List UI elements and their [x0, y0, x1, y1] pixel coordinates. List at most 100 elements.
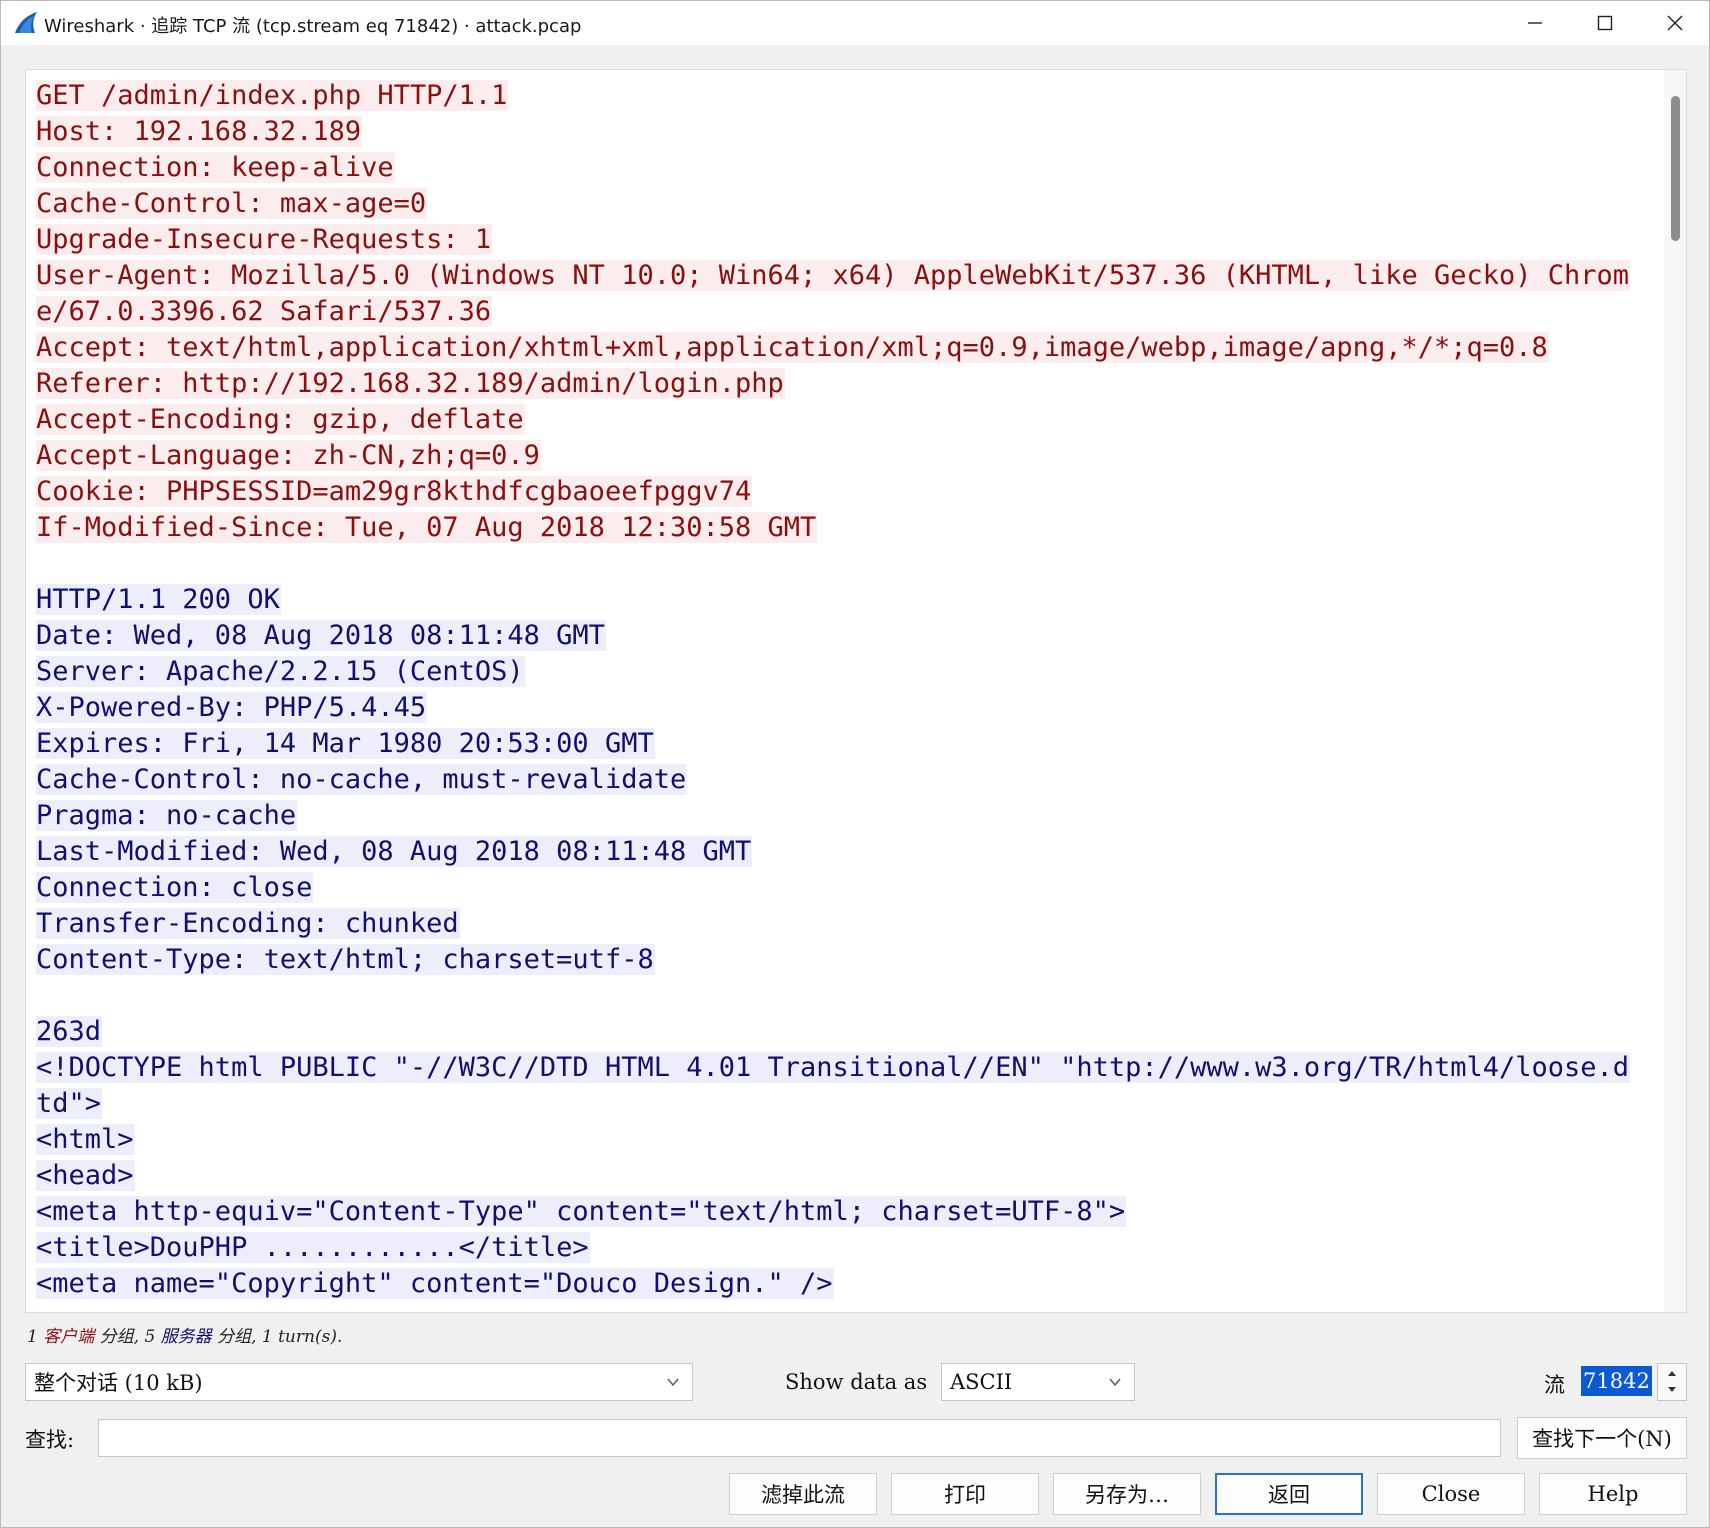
line-text: If-Modified-Since: Tue, 07 Aug 2018 12:3…: [36, 512, 818, 543]
server-data-line: HTTP/1.1 200 OK: [36, 582, 1676, 618]
line-text: Connection: close: [36, 872, 314, 903]
stream-blank-line: [36, 978, 1676, 1014]
line-text: Expires: Fri, 14 Mar 1980 20:53:00 GMT: [36, 728, 655, 759]
line-text: Accept-Language: zh-CN,zh;q=0.9: [36, 440, 541, 471]
line-text: Upgrade-Insecure-Requests: 1: [36, 224, 493, 255]
line-text: Connection: keep-alive: [36, 152, 395, 183]
line-text: Cache-Control: max-age=0: [36, 188, 428, 219]
server-data-line: Date: Wed, 08 Aug 2018 08:11:48 GMT: [36, 618, 1676, 654]
server-data-line: Content-Type: text/html; charset=utf-8: [36, 942, 1676, 978]
stream-blank-line: [36, 546, 1676, 582]
server-data-line: X-Powered-By: PHP/5.4.45: [36, 690, 1676, 726]
stats-server-label: 服务器: [160, 1327, 212, 1347]
stats-turns: 分组, 1 turn(s).: [211, 1327, 343, 1347]
client-data-line: Referer: http://192.168.32.189/admin/log…: [36, 366, 1676, 402]
conversation-select[interactable]: 整个对话 (10 kB): [25, 1363, 693, 1401]
server-data-line: Last-Modified: Wed, 08 Aug 2018 08:11:48…: [36, 834, 1676, 870]
close-button[interactable]: Close: [1377, 1473, 1525, 1515]
line-text: 263d: [36, 1016, 103, 1047]
server-data-line: Cache-Control: no-cache, must-revalidate: [36, 762, 1676, 798]
client-data-line: Host: 192.168.32.189: [36, 114, 1676, 150]
line-text: <head>: [36, 1160, 135, 1191]
server-data-line: <head>: [36, 1158, 1676, 1194]
client-data-line: Accept-Encoding: gzip, deflate: [36, 402, 1676, 438]
line-text: Last-Modified: Wed, 08 Aug 2018 08:11:48…: [36, 836, 753, 867]
server-data-line: <meta name="Copyright" content="Douco De…: [36, 1266, 1676, 1302]
spin-up-icon[interactable]: [1658, 1364, 1686, 1382]
line-text: Accept-Encoding: gzip, deflate: [36, 404, 525, 435]
back-button[interactable]: 返回: [1215, 1473, 1363, 1515]
server-data-line: Connection: close: [36, 870, 1676, 906]
find-label: 查找:: [25, 1428, 75, 1452]
line-text: Date: Wed, 08 Aug 2018 08:11:48 GMT: [36, 620, 606, 651]
window-title: Wireshark · 追踪 TCP 流 (tcp.stream eq 7184…: [44, 16, 582, 37]
server-data-line: Expires: Fri, 14 Mar 1980 20:53:00 GMT: [36, 726, 1676, 762]
server-data-line: Transfer-Encoding: chunked: [36, 906, 1676, 942]
line-text: Server: Apache/2.2.15 (CentOS): [36, 656, 525, 687]
client-data-line: If-Modified-Since: Tue, 07 Aug 2018 12:3…: [36, 510, 1676, 546]
line-text: Accept: text/html,application/xhtml+xml,…: [36, 332, 1549, 363]
line-text: HTTP/1.1 200 OK: [36, 584, 281, 615]
find-next-button[interactable]: 查找下一个(N): [1517, 1417, 1687, 1459]
wireshark-fin-icon: [15, 12, 37, 33]
maximize-button[interactable]: [1571, 1, 1639, 45]
line-text: td">: [36, 1088, 103, 1119]
client-data-line: Connection: keep-alive: [36, 150, 1676, 186]
line-text: Cache-Control: no-cache, must-revalidate: [36, 764, 688, 795]
title-bar: Wireshark · 追踪 TCP 流 (tcp.stream eq 7184…: [1, 1, 1709, 45]
line-text: <html>: [36, 1124, 135, 1155]
line-text: Cookie: PHPSESSID=am29gr8kthdfcgbaoeefpg…: [36, 476, 753, 507]
server-data-line: Pragma: no-cache: [36, 798, 1676, 834]
line-text: <meta http-equiv="Content-Type" content=…: [36, 1196, 1127, 1227]
stats-client-label: 客户端: [43, 1327, 95, 1347]
line-text: Host: 192.168.32.189: [36, 116, 363, 147]
line-text: Pragma: no-cache: [36, 800, 298, 831]
stream-text: GET /admin/index.php HTTP/1.1 Host: 192.1…: [36, 78, 1676, 1302]
line-text: <title>DouPHP ............</title>: [36, 1232, 590, 1263]
save-as-button[interactable]: 另存为…: [1053, 1473, 1201, 1515]
line-text: Content-Type: text/html; charset=utf-8: [36, 944, 655, 975]
close-icon: [1667, 15, 1683, 31]
server-data-line: Server: Apache/2.2.15 (CentOS): [36, 654, 1676, 690]
stream-number-spinbox[interactable]: 71842: [1581, 1363, 1687, 1401]
server-data-line: <!DOCTYPE html PUBLIC "-//W3C//DTD HTML …: [36, 1050, 1676, 1086]
line-text: User-Agent: Mozilla/5.0 (Windows NT 10.0…: [36, 260, 1631, 291]
client-data-line: GET /admin/index.php HTTP/1.1: [36, 78, 1676, 114]
client-data-line: User-Agent: Mozilla/5.0 (Windows NT 10.0…: [36, 258, 1676, 294]
minimize-button[interactable]: [1501, 1, 1569, 45]
client-data-line: Cookie: PHPSESSID=am29gr8kthdfcgbaoeefpg…: [36, 474, 1676, 510]
client-data-line: e/67.0.3396.62 Safari/537.36: [36, 294, 1676, 330]
vertical-scrollbar[interactable]: [1664, 70, 1686, 1312]
spinbox-arrows[interactable]: [1657, 1363, 1687, 1401]
line-text: e/67.0.3396.62 Safari/537.36: [36, 296, 493, 327]
filter-out-stream-button[interactable]: 滤掉此流: [729, 1473, 877, 1515]
line-text: Transfer-Encoding: chunked: [36, 908, 460, 939]
chevron-down-icon: [667, 1378, 679, 1387]
find-input[interactable]: [98, 1419, 1501, 1457]
client-data-line: Upgrade-Insecure-Requests: 1: [36, 222, 1676, 258]
line-text: X-Powered-By: PHP/5.4.45: [36, 692, 428, 723]
scrollbar-thumb[interactable]: [1671, 96, 1680, 241]
spin-down-icon[interactable]: [1658, 1382, 1686, 1400]
stream-content-area[interactable]: GET /admin/index.php HTTP/1.1 Host: 192.1…: [25, 69, 1687, 1313]
show-data-as-select[interactable]: ASCII: [941, 1363, 1135, 1401]
server-data-line: <meta http-equiv="Content-Type" content=…: [36, 1194, 1676, 1230]
server-data-line: td">: [36, 1086, 1676, 1122]
server-data-line: <html>: [36, 1122, 1676, 1158]
server-data-line: 263d: [36, 1014, 1676, 1050]
conversation-select-value: 整个对话 (10 kB): [34, 1371, 203, 1395]
line-text: <!DOCTYPE html PUBLIC "-//W3C//DTD HTML …: [36, 1052, 1631, 1083]
client-data-line: Accept: text/html,application/xhtml+xml,…: [36, 330, 1676, 366]
follow-tcp-stream-window: Wireshark · 追踪 TCP 流 (tcp.stream eq 7184…: [0, 0, 1710, 1528]
print-button[interactable]: 打印: [891, 1473, 1039, 1515]
stream-number-value[interactable]: 71842: [1581, 1366, 1652, 1396]
close-window-button[interactable]: [1641, 1, 1709, 45]
stats-count-client: 1: [27, 1327, 44, 1347]
client-data-line: Cache-Control: max-age=0: [36, 186, 1676, 222]
show-data-as-value: ASCII: [950, 1370, 1013, 1394]
maximize-icon: [1597, 15, 1613, 31]
line-text: Referer: http://192.168.32.189/admin/log…: [36, 368, 785, 399]
packet-stats: 1 客户端 分组, 5 服务器 分组, 1 turn(s).: [27, 1322, 342, 1347]
line-text: GET /admin/index.php HTTP/1.1: [36, 80, 509, 111]
help-button[interactable]: Help: [1539, 1473, 1687, 1515]
